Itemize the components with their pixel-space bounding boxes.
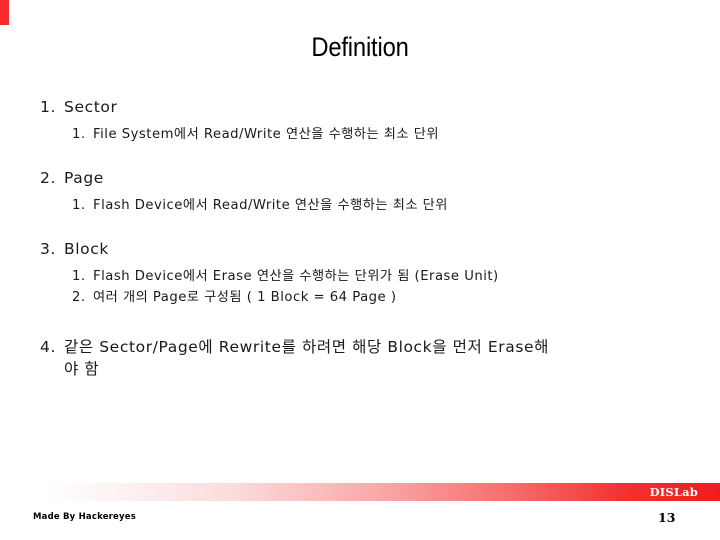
list-item-label: Sector <box>64 98 118 116</box>
list-item-rewrite-continued: 야 함 <box>0 358 720 380</box>
footer-credit: Made By Hackereyes <box>33 512 136 522</box>
list-item-rewrite: 4. 같은 Sector/Page에 Rewrite를 하려면 해당 Block… <box>0 336 720 358</box>
list-item-sector-sub-1: 1. File System에서 Read/Write 연산을 수행하는 최소 … <box>0 124 720 145</box>
list-marker: 1. <box>40 98 56 116</box>
list-marker: 2. <box>40 169 56 187</box>
list-item-label: 같은 Sector/Page에 Rewrite를 하려면 해당 Block을 먼… <box>64 338 550 356</box>
list-marker: 1. <box>72 269 86 284</box>
accent-bar <box>0 0 9 25</box>
page-number: 13 <box>658 510 676 525</box>
list-marker: 4. <box>40 338 56 356</box>
page-title: Definition <box>311 32 409 62</box>
list-item-label: Flash Device에서 Read/Write 연산을 수행하는 최소 단위 <box>93 198 448 213</box>
list-marker: 1. <box>72 127 86 142</box>
outline-list: 1. Sector 1. File System에서 Read/Write 연산… <box>0 96 720 380</box>
list-item-sector: 1. Sector <box>0 96 720 118</box>
list-item-page-sub-1: 1. Flash Device에서 Read/Write 연산을 수행하는 최소… <box>0 195 720 216</box>
list-item-block-sub-2: 2. 여러 개의 Page로 구성됨 ( 1 Block = 64 Page ) <box>0 287 720 308</box>
list-item-page: 2. Page <box>0 167 720 189</box>
list-item-label: Flash Device에서 Erase 연산을 수행하는 단위가 됨 (Era… <box>93 269 499 284</box>
list-marker: 3. <box>40 240 56 258</box>
list-item-label: Page <box>64 169 104 187</box>
list-marker: 1. <box>72 198 86 213</box>
list-marker: 2. <box>72 290 86 305</box>
list-item-block: 3. Block <box>0 238 720 260</box>
list-item-label: 여러 개의 Page로 구성됨 ( 1 Block = 64 Page ) <box>93 290 397 305</box>
list-item-block-sub-1: 1. Flash Device에서 Erase 연산을 수행하는 단위가 됨 (… <box>0 266 720 287</box>
brand-label: DISLab <box>649 485 698 499</box>
list-item-label: File System에서 Read/Write 연산을 수행하는 최소 단위 <box>93 127 440 142</box>
list-item-label: Block <box>64 240 109 258</box>
footer-gradient-bar: DISLab <box>42 483 720 501</box>
list-item-label-continued: 야 함 <box>64 360 100 378</box>
